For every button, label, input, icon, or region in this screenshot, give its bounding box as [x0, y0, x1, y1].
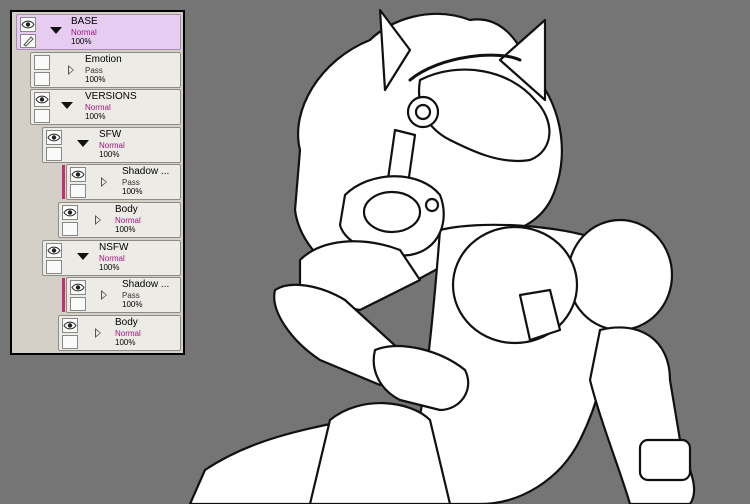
layer-blend-mode: Normal	[115, 216, 141, 225]
eye-icon[interactable]	[46, 130, 62, 145]
hip-plate	[308, 401, 452, 504]
layer-panel: BASE Normal 100% Emotion Pass 100% VERSI…	[10, 10, 185, 355]
layer-blend-mode: Normal	[115, 329, 141, 338]
layer-row-nsfw[interactable]: NSFW Normal 100%	[42, 240, 181, 276]
folder-expanded-icon[interactable]	[77, 140, 89, 147]
eye-icon[interactable]	[62, 318, 78, 333]
layer-blend-mode: Pass	[122, 178, 140, 187]
layer-name: NSFW	[99, 242, 129, 253]
layer-row-base[interactable]: BASE Normal 100%	[16, 14, 181, 50]
layer-row-shadow-sfw[interactable]: Shadow ... Pass 100%	[62, 164, 181, 200]
layer-opacity: 100%	[85, 112, 106, 121]
lock-box-icon[interactable]	[34, 72, 50, 86]
layer-name: Shadow ...	[122, 279, 170, 290]
folder-expanded-icon[interactable]	[50, 27, 62, 34]
folder-collapsed-icon[interactable]	[101, 177, 107, 187]
clipping-indicator	[62, 278, 65, 312]
layer-row-body-sfw[interactable]: Body Normal 100%	[58, 202, 181, 238]
eye-icon[interactable]	[70, 167, 86, 182]
lock-box-icon[interactable]	[70, 297, 86, 311]
lock-box-icon[interactable]	[62, 335, 78, 349]
layer-opacity: 100%	[115, 225, 136, 234]
folder-collapsed-icon[interactable]	[101, 290, 107, 300]
lock-box-icon[interactable]	[62, 222, 78, 236]
eye-icon[interactable]	[34, 55, 50, 70]
layer-opacity: 100%	[85, 75, 106, 84]
layer-opacity: 100%	[71, 37, 92, 46]
layer-blend-mode: Normal	[99, 141, 125, 150]
layer-blend-mode: Pass	[122, 291, 140, 300]
eye-icon[interactable]	[70, 280, 86, 295]
folder-collapsed-icon[interactable]	[95, 328, 101, 338]
layer-opacity: 100%	[115, 338, 136, 347]
eye-icon[interactable]	[34, 92, 50, 107]
clipping-indicator	[62, 165, 65, 199]
layer-name: Body	[115, 317, 138, 328]
layer-opacity: 100%	[122, 187, 143, 196]
lock-box-icon[interactable]	[70, 184, 86, 198]
lock-box-icon[interactable]	[46, 147, 62, 161]
folder-collapsed-icon[interactable]	[68, 65, 74, 75]
layer-blend-mode: Normal	[99, 254, 125, 263]
layer-row-body-nsfw[interactable]: Body Normal 100%	[58, 315, 181, 351]
layer-name: Emotion	[85, 54, 122, 65]
folder-expanded-icon[interactable]	[61, 102, 73, 109]
layer-opacity: 100%	[122, 300, 143, 309]
layer-row-sfw[interactable]: SFW Normal 100%	[42, 127, 181, 163]
lock-box-icon[interactable]	[34, 109, 50, 123]
eye-icon[interactable]	[20, 17, 36, 32]
layer-opacity: 100%	[99, 263, 120, 272]
layer-row-versions[interactable]: VERSIONS Normal 100%	[30, 89, 181, 125]
layer-opacity: 100%	[99, 150, 120, 159]
pencil-icon[interactable]	[20, 34, 36, 48]
eye-icon[interactable]	[62, 205, 78, 220]
layer-blend-mode: Normal	[71, 28, 97, 37]
folder-expanded-icon[interactable]	[77, 253, 89, 260]
folder-collapsed-icon[interactable]	[95, 215, 101, 225]
layer-name: SFW	[99, 129, 122, 140]
lock-box-icon[interactable]	[46, 260, 62, 274]
layer-row-shadow-nsfw[interactable]: Shadow ... Pass 100%	[62, 277, 181, 313]
layer-blend-mode: Pass	[85, 66, 103, 75]
layer-blend-mode: Normal	[85, 103, 111, 112]
layer-name: BASE	[71, 16, 98, 27]
layer-name: Body	[115, 204, 138, 215]
chest-right	[566, 218, 674, 332]
layer-row-emotion[interactable]: Emotion Pass 100%	[30, 52, 181, 88]
layer-name: Shadow ...	[122, 166, 170, 177]
eye-icon[interactable]	[46, 243, 62, 258]
layer-name: VERSIONS	[85, 91, 137, 102]
